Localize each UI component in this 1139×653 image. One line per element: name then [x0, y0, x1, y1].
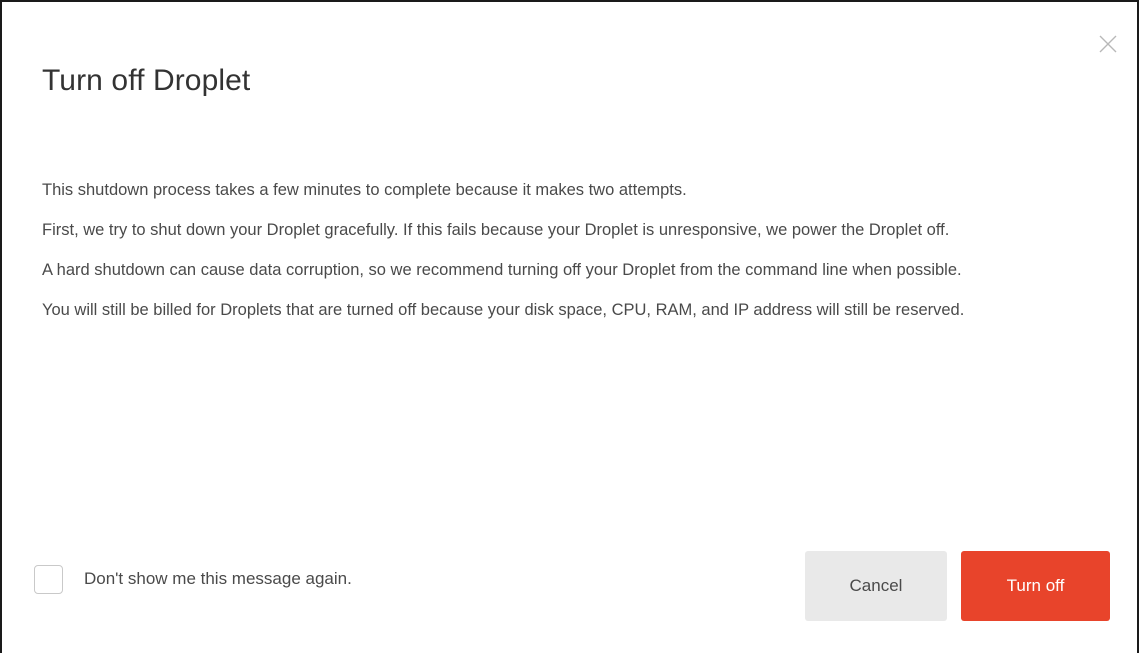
dialog-title: Turn off Droplet	[42, 64, 251, 97]
turn-off-button[interactable]: Turn off	[961, 551, 1110, 621]
dont-show-again-label: Don't show me this message again.	[84, 569, 352, 588]
close-icon[interactable]	[1099, 35, 1117, 53]
paragraph-graceful-shutdown: First, we try to shut down your Droplet …	[42, 221, 950, 239]
dont-show-again-option[interactable]: Don't show me this message again.	[34, 563, 352, 595]
dialog-body: This shutdown process takes a few minute…	[42, 174, 1102, 334]
cancel-button[interactable]: Cancel	[805, 551, 947, 621]
turn-off-droplet-dialog: Turn off Droplet This shutdown process t…	[0, 0, 1139, 653]
paragraph-billing-notice: You will still be billed for Droplets th…	[42, 301, 965, 319]
dont-show-again-checkbox[interactable]	[34, 564, 63, 594]
paragraph-data-corruption-warning: A hard shutdown can cause data corruptio…	[42, 261, 962, 279]
paragraph-shutdown-process: This shutdown process takes a few minute…	[42, 181, 687, 199]
